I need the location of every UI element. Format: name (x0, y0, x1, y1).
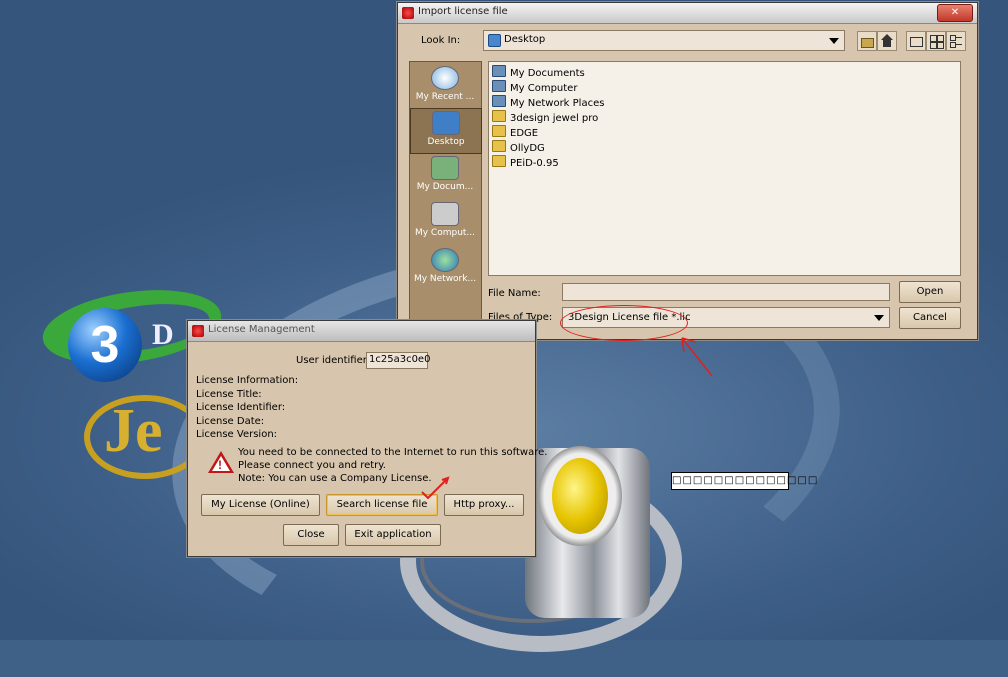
file-name: My Network Places (510, 98, 605, 109)
close-icon[interactable]: ✕ (937, 4, 973, 22)
folder-icon (492, 110, 506, 122)
list-item[interactable]: My Computer (492, 80, 577, 94)
look-in-label: Look In: (421, 35, 461, 46)
up-folder-icon[interactable] (857, 31, 877, 51)
sidebar-item-recent[interactable]: My Recent ... (410, 64, 480, 108)
sidebar-item-desktop[interactable]: Desktop (410, 108, 482, 154)
user-identifier-label: User identifier (296, 355, 367, 366)
sidebar-item-my-documents[interactable]: My Docum... (410, 154, 480, 198)
tooltip-box: □□□□□□□□□□□□□□ (671, 472, 817, 490)
cancel-button[interactable]: Cancel (899, 307, 961, 329)
license-date-label: License Date: (196, 416, 265, 427)
home-icon[interactable] (877, 31, 897, 51)
license-dialog-title: License Management (208, 324, 315, 335)
list-view-icon[interactable] (926, 31, 946, 51)
sidebar-item-network[interactable]: My Network... (410, 246, 480, 290)
network-places-icon (492, 95, 506, 107)
license-version-label: License Version: (196, 429, 278, 440)
my-computer-icon (492, 80, 506, 92)
user-identifier-field: 1c25a3c0e0 (366, 352, 431, 369)
my-license-online-button[interactable]: My License (Online) (201, 494, 320, 516)
details-view-icon[interactable] (946, 31, 966, 51)
file-name-label: File Name: (488, 288, 541, 299)
file-name: EDGE (510, 128, 539, 139)
license-dialog-titlebar[interactable]: License Management (188, 321, 535, 342)
logo-jewel-text: Je (104, 397, 163, 465)
sidebar-item-label: My Recent ... (415, 92, 475, 102)
list-item[interactable]: OllyDG (492, 140, 545, 154)
warning-line-3: Note: You can use a Company License. (238, 473, 432, 484)
user-identifier-value: 1c25a3c0e0 (369, 354, 431, 365)
file-name: My Computer (510, 83, 578, 94)
import-dialog-titlebar[interactable]: Import license file ✕ (398, 3, 977, 24)
license-title-label: License Title: (196, 389, 262, 400)
exit-application-button[interactable]: Exit application (345, 524, 441, 546)
import-dialog-title: Import license file (418, 6, 508, 17)
places-sidebar: My Recent ... Desktop My Docum... My Com… (409, 61, 482, 329)
sidebar-item-label: My Docum... (416, 182, 474, 192)
license-identifier-label: License Identifier: (196, 402, 286, 413)
import-license-dialog: Import license file ✕ Look In: Desktop M… (397, 2, 978, 340)
app-icon (192, 325, 204, 337)
http-proxy-button[interactable]: Http proxy... (444, 494, 524, 516)
app-icon (402, 7, 414, 19)
list-item[interactable]: My Network Places (492, 95, 604, 109)
close-button[interactable]: Close (283, 524, 339, 546)
my-documents-icon (431, 156, 459, 180)
look-in-value: Desktop (504, 34, 546, 45)
logo-3-ball: 3 (68, 308, 142, 382)
folder-icon (492, 125, 506, 137)
my-computer-icon (431, 202, 459, 226)
yellow-gem-image (552, 458, 608, 534)
file-name: 3design jewel pro (510, 113, 599, 124)
desktop-icon (432, 111, 460, 135)
list-item[interactable]: My Documents (492, 65, 585, 79)
folder-icon (492, 140, 506, 152)
recent-documents-icon (431, 66, 459, 90)
network-places-icon (431, 248, 459, 272)
sidebar-item-label: Desktop (427, 137, 465, 147)
list-item[interactable]: 3design jewel pro (492, 110, 598, 124)
file-name: My Documents (510, 68, 585, 79)
warning-line-1: You need to be connected to the Internet… (238, 447, 548, 458)
license-management-dialog: License Management User identifier 1c25a… (187, 320, 547, 557)
desktop-icon (488, 34, 501, 47)
chevron-down-icon (874, 315, 884, 321)
annotation-check-mark (421, 476, 450, 500)
file-name: OllyDG (510, 143, 545, 154)
list-item[interactable]: EDGE (492, 125, 538, 139)
file-name-input[interactable] (562, 283, 890, 301)
annotation-arrow (681, 337, 713, 377)
file-name: PEiD-0.95 (510, 158, 559, 169)
look-in-select[interactable]: Desktop (483, 30, 845, 51)
open-button[interactable]: Open (899, 281, 961, 303)
list-item[interactable]: PEiD-0.95 (492, 155, 559, 169)
sidebar-item-label: My Comput... (414, 228, 476, 238)
license-information-label: License Information: (196, 375, 299, 386)
new-folder-icon[interactable] (906, 31, 926, 51)
sidebar-item-label: My Network... (413, 274, 477, 284)
file-list[interactable]: My Documents My Computer My Network Plac… (488, 61, 961, 276)
warning-icon: ! (208, 451, 234, 475)
folder-icon (492, 155, 506, 167)
my-documents-icon (492, 65, 506, 77)
logo-d-letter: D (152, 318, 174, 351)
chevron-down-icon (829, 38, 839, 44)
sidebar-item-my-computer[interactable]: My Comput... (410, 200, 480, 244)
warning-line-2: Please connect you and retry. (238, 460, 386, 471)
